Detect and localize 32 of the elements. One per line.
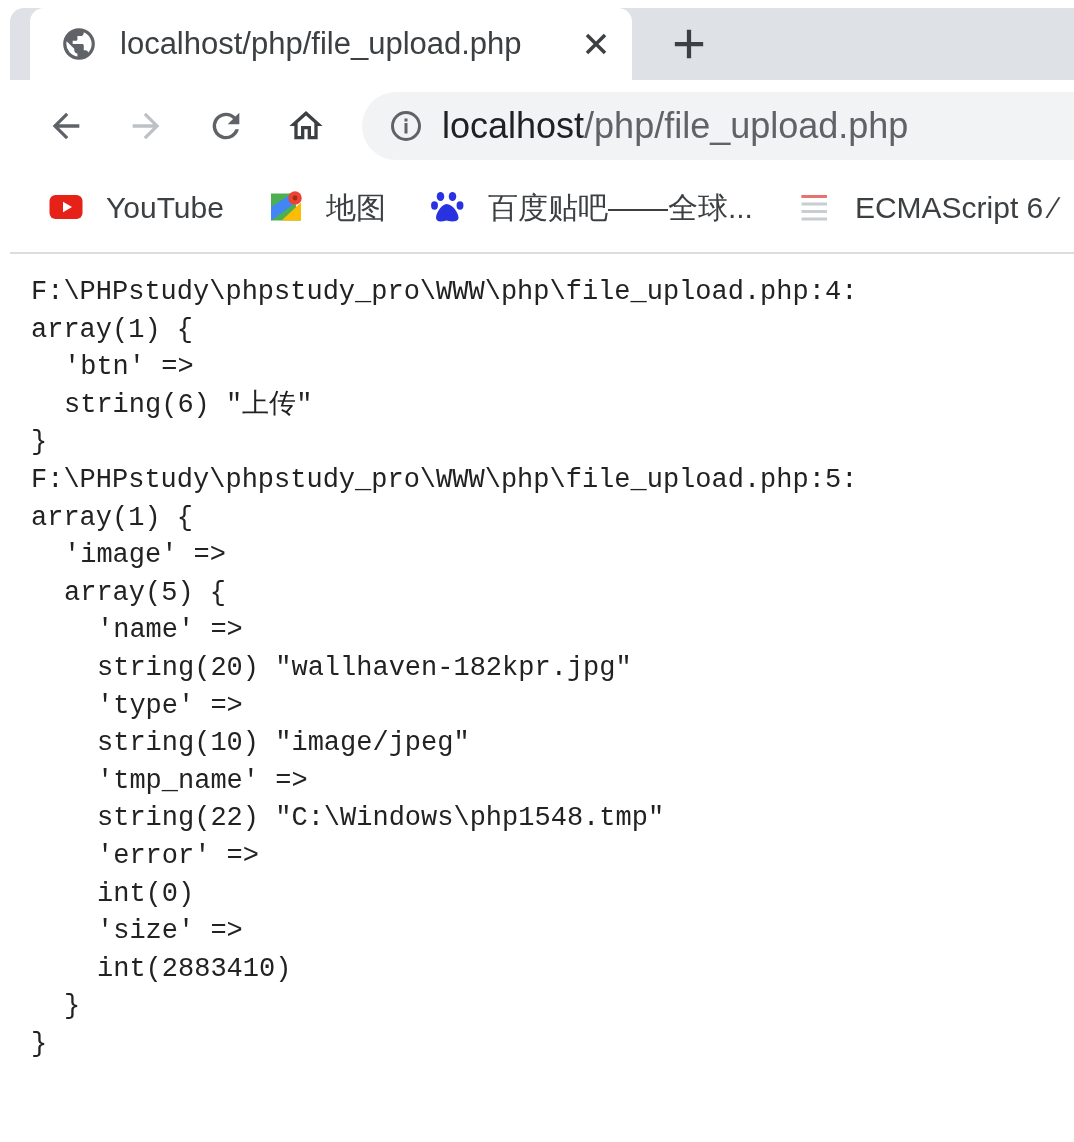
dump-line: } (31, 1027, 48, 1061)
info-icon[interactable] (388, 108, 424, 144)
bookmark-link[interactable]: YouTube (106, 184, 224, 230)
dump-line: } (64, 990, 81, 1024)
dump-line: string(10) "image/jpeg" (97, 727, 470, 761)
dump-line: 'error' => (97, 839, 260, 873)
dump-line: 'size' => (97, 915, 243, 949)
dump-line: F:\PHPstudy\phpstudy_pro\WWW\php\file_upload.php:4: (31, 276, 858, 309)
dump-line: } (31, 426, 48, 460)
tab-title: localhost/php/file_upload.php (120, 24, 523, 63)
address-bar[interactable]: localhost/php/file_upload.php (362, 92, 1074, 160)
browser-tab[interactable]: localhost/php/file_upload.php (30, 8, 632, 80)
close-icon[interactable] (584, 32, 608, 56)
dump-line: string(22) "C:\Windows\php1548.tmp" (97, 802, 665, 836)
dump-line: array(5) { (64, 576, 227, 610)
dump-line: 'name' => (97, 614, 243, 648)
dump-line: string(20) "wallhaven-182kpr.jpg" (97, 651, 632, 685)
dump-line: int(2883410) (97, 952, 292, 986)
dump-line: 'image' => (64, 539, 227, 573)
dump-line: string(6) "上传" (64, 388, 313, 422)
bookmark-link[interactable]: 地图 (325, 184, 386, 230)
dump-line: int(0) (97, 877, 195, 911)
dump-line: 'tmp_name' => (97, 764, 308, 798)
dump-line: 'type' => (97, 689, 243, 723)
new-tab-icon[interactable] (672, 27, 706, 61)
dump-line: array(1) { (31, 313, 194, 347)
bookmark-link[interactable]: 百度贴吧——全球... (487, 184, 753, 230)
dump-line: array(1) { (31, 501, 194, 535)
dump-line: F:\PHPstudy\phpstudy_pro\WWW\php\file_upload.php:5: (31, 463, 858, 497)
globe-icon (60, 25, 98, 63)
dump-line: 'btn' => (64, 351, 194, 385)
url-text: localhost/php/file_upload.php (442, 104, 909, 148)
